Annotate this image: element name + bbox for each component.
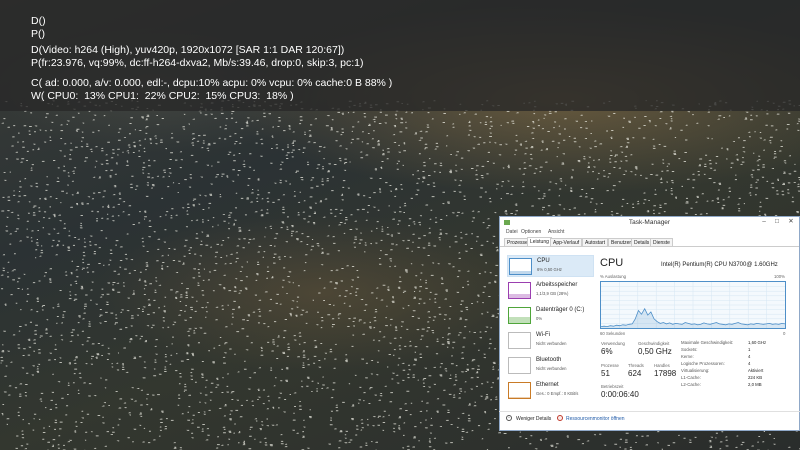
spec-l2-label: L2-Cache: bbox=[681, 382, 701, 387]
tab-bar: Prozesse Leistung App-Verlauf Autostart … bbox=[500, 237, 799, 247]
window-title: Task-Manager bbox=[628, 219, 671, 226]
stat-usage-label: Verwendung bbox=[601, 341, 625, 346]
osd-line-cache: C( ad: 0.000, a/v: 0.000, edl:-, dcpu:10… bbox=[31, 77, 393, 89]
resource-name: CPU bbox=[537, 258, 550, 264]
minimize-button[interactable]: – bbox=[759, 218, 769, 226]
menu-options[interactable]: Optionen bbox=[521, 229, 541, 235]
stat-speed-value: 0,50 GHz bbox=[638, 347, 672, 356]
spec-cores-label: Kerne: bbox=[681, 354, 694, 359]
ethernet-thumbnail-graph bbox=[508, 382, 531, 399]
menu-bar: Datei Optionen Ansicht bbox=[500, 228, 799, 237]
resource-sub: 6% 0,50 GHz bbox=[537, 267, 562, 272]
spec-cores-value: 4 bbox=[748, 354, 751, 359]
resource-name: Datenträger 0 (C:) bbox=[536, 307, 585, 313]
tab-performance[interactable]: Leistung bbox=[527, 237, 552, 246]
spec-l2-value: 2,0 MB bbox=[748, 382, 762, 387]
resource-monitor-link[interactable]: Ressourcenmonitor öffnen bbox=[566, 416, 625, 422]
thumbnail-fill bbox=[509, 396, 530, 398]
disk-thumbnail-graph bbox=[508, 307, 531, 324]
graph-label-left: % Auslastung bbox=[600, 274, 627, 279]
spec-logical-label: Logische Prozessoren: bbox=[681, 361, 725, 366]
stat-threads-label: Threads bbox=[628, 363, 644, 368]
spec-max-speed-label: Maximale Geschwindigkeit: bbox=[681, 340, 734, 345]
stat-uptime-label: Betriebszeit bbox=[601, 384, 624, 389]
stat-usage-value: 6% bbox=[601, 347, 613, 356]
tab-services[interactable]: Dienste bbox=[650, 238, 673, 246]
stat-processes-label: Prozesse bbox=[601, 363, 619, 368]
stat-handles-label: Handles bbox=[654, 363, 670, 368]
osd-line-decoder: D(Video: h264 (High), yuv420p, 1920x1072… bbox=[31, 44, 345, 56]
cpu-utilization-graph bbox=[600, 281, 786, 329]
spec-l1-value: 224 KB bbox=[748, 375, 763, 380]
resource-sub: 0% bbox=[536, 316, 543, 321]
resource-sub: Ges.: 0 Empf.: 0 KBit/s bbox=[536, 391, 579, 396]
spec-logical-value: 4 bbox=[748, 361, 751, 366]
spec-sockets-label: Sockets: bbox=[681, 347, 698, 352]
spec-l1-label: L1-Cache: bbox=[681, 375, 701, 380]
stat-uptime-value: 0:00:06:40 bbox=[601, 390, 639, 399]
footer-divider bbox=[499, 411, 800, 412]
thumbnail-fill bbox=[509, 317, 530, 323]
osd-line-d: D() bbox=[31, 15, 46, 27]
spec-max-speed-value: 1,60 GHz bbox=[748, 340, 767, 345]
video-stats-overlay: D() P() D(Video: h264 (High), yuv420p, 1… bbox=[0, 0, 800, 111]
resource-memory[interactable]: Arbeitsspeicher 1,1/3,9 GB (28%) bbox=[507, 280, 594, 302]
spec-virtualization-label: Virtualisierung: bbox=[681, 368, 710, 373]
tab-app-history[interactable]: App-Verlauf bbox=[550, 238, 583, 246]
stat-speed-label: Geschwindigkeit bbox=[638, 341, 670, 346]
bluetooth-thumbnail-graph bbox=[508, 357, 531, 374]
stat-threads-value: 624 bbox=[628, 369, 642, 378]
stat-handles-value: 17898 bbox=[654, 369, 677, 378]
chevron-up-icon[interactable]: ^ bbox=[506, 415, 512, 421]
close-button[interactable]: ✕ bbox=[786, 218, 796, 226]
resource-name: Arbeitsspeicher bbox=[536, 282, 578, 288]
resource-cpu[interactable]: CPU 6% 0,50 GHz bbox=[507, 255, 594, 277]
resource-name: Bluetooth bbox=[536, 357, 562, 363]
memory-thumbnail-graph bbox=[508, 282, 531, 299]
resource-ethernet[interactable]: Ethernet Ges.: 0 Empf.: 0 KBit/s bbox=[507, 380, 594, 402]
thumbnail-fill bbox=[510, 271, 531, 274]
resource-name: Wi-Fi bbox=[536, 332, 550, 338]
spec-virtualization-value: Aktiviert bbox=[748, 368, 764, 373]
cpu-model: Intel(R) Pentium(R) CPU N3700@ 1.60GHz bbox=[661, 262, 778, 268]
osd-line-p: P() bbox=[31, 28, 45, 40]
resource-wifi[interactable]: Wi-Fi Nicht verbunden bbox=[507, 330, 594, 352]
cpu-thumbnail-graph bbox=[509, 258, 532, 275]
wifi-thumbnail-graph bbox=[508, 332, 531, 349]
panel-title: CPU bbox=[600, 257, 624, 269]
resource-sub: Nicht verbunden bbox=[536, 341, 567, 346]
spec-sockets-value: 1 bbox=[748, 347, 751, 352]
menu-file[interactable]: Datei bbox=[506, 229, 518, 235]
less-details-link[interactable]: Weniger Details bbox=[516, 416, 551, 422]
resource-name: Ethernet bbox=[536, 382, 559, 388]
thumbnail-fill bbox=[509, 293, 530, 298]
resource-monitor-icon bbox=[557, 415, 563, 421]
graph-label-right: 100% bbox=[774, 274, 785, 279]
resource-sub: Nicht verbunden bbox=[536, 366, 567, 371]
stat-processes-value: 51 bbox=[601, 369, 610, 378]
graph-bottom-right: 0 bbox=[783, 331, 786, 336]
menu-view[interactable]: Ansicht bbox=[548, 229, 564, 235]
tab-startup[interactable]: Autostart bbox=[582, 238, 609, 246]
resource-disk[interactable]: Datenträger 0 (C:) 0% bbox=[507, 305, 594, 327]
graph-bottom-left: 60 Sekunden bbox=[600, 331, 626, 336]
resource-sub: 1,1/3,9 GB (28%) bbox=[536, 291, 569, 296]
resource-bluetooth[interactable]: Bluetooth Nicht verbunden bbox=[507, 355, 594, 377]
osd-line-cpu: W( CPU0: 13% CPU1: 22% CPU2: 15% CPU3: 1… bbox=[31, 90, 294, 102]
osd-line-playback: P(fr:23.976, vq:99%, dc:ff-h264-dxva2, M… bbox=[31, 57, 364, 69]
maximize-button[interactable]: □ bbox=[772, 218, 782, 226]
title-bar[interactable]: Task-Manager – □ ✕ bbox=[500, 217, 799, 228]
